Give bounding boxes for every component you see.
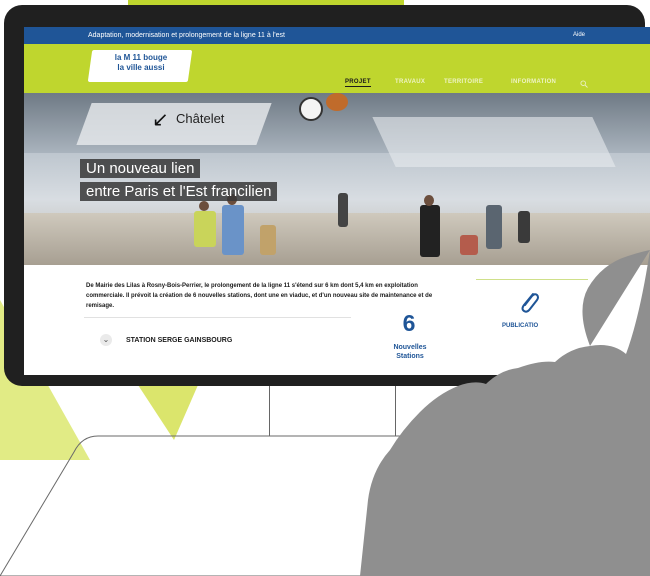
logo-line-2: la ville aussi xyxy=(117,63,165,72)
line-11-sign xyxy=(326,93,348,111)
search-icon[interactable] xyxy=(580,80,588,88)
nav-item-territoire[interactable]: TERRITOIRE xyxy=(444,79,483,85)
hero-headline-line-2: entre Paris et l'Est francilien xyxy=(80,182,278,201)
station-sign: ↙ Châtelet xyxy=(152,105,262,135)
logo-line-1: la M 11 bouge xyxy=(114,53,168,62)
help-link[interactable]: Aide xyxy=(573,27,585,44)
nav-item-information[interactable]: INFORMATION xyxy=(511,79,556,85)
person xyxy=(486,205,502,249)
person xyxy=(260,225,276,255)
main-navigation: la M 11 bouge la ville aussi PROJET TRAV… xyxy=(24,44,650,93)
person-head xyxy=(424,195,434,206)
chevron-down-icon[interactable]: ⌄ xyxy=(100,334,112,346)
hand-silhouette xyxy=(360,250,650,576)
divider xyxy=(84,317,351,318)
person xyxy=(222,205,244,255)
logo[interactable]: la M 11 bouge la ville aussi xyxy=(95,53,187,73)
person xyxy=(518,211,530,243)
hero-beam xyxy=(372,117,616,167)
person xyxy=(338,193,348,227)
station-accordion-item[interactable]: ⌄ STATION SERGE GAINSBOURG xyxy=(84,326,352,356)
person-head xyxy=(199,201,209,211)
metro-sign xyxy=(299,97,323,121)
arrow-down-left-icon: ↙ xyxy=(152,109,169,131)
nav-item-projet[interactable]: PROJET xyxy=(345,79,371,87)
hero-banner: ↙ Châtelet Un nouveau lien entre Paris e… xyxy=(24,93,650,265)
top-info-bar: Adaptation, modernisation et prolongemen… xyxy=(24,27,650,44)
nav-item-travaux[interactable]: TRAVAUX xyxy=(395,79,425,85)
top-bar-title: Adaptation, modernisation et prolongemen… xyxy=(88,32,285,39)
hero-headline-line-1: Un nouveau lien xyxy=(80,159,201,178)
person xyxy=(194,211,216,247)
station-name: STATION SERGE GAINSBOURG xyxy=(126,337,233,344)
station-sign-label: Châtelet xyxy=(176,111,225,126)
